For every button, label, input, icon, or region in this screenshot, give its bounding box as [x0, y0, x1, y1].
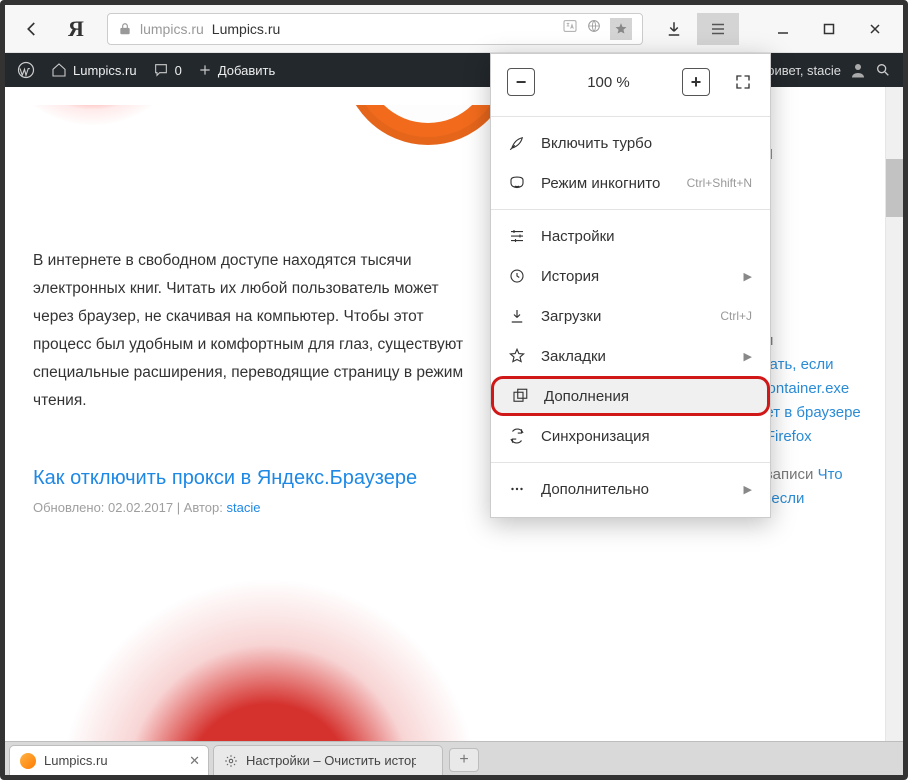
chevron-right-icon: ▶	[744, 270, 752, 283]
translate-icon[interactable]	[562, 18, 578, 34]
back-button[interactable]	[11, 13, 53, 45]
menu-label: Включить турбо	[541, 135, 652, 152]
menu-label: Дополнительно	[541, 481, 649, 498]
sync-icon	[507, 427, 527, 445]
gear-icon	[224, 754, 238, 768]
tab-settings[interactable]: Настройки – Очистить историю	[213, 745, 443, 775]
window-close[interactable]	[853, 13, 897, 45]
menu-hint: Ctrl+J	[720, 309, 752, 323]
new-tab-button[interactable]: +	[449, 748, 479, 772]
downloads-button[interactable]	[653, 13, 695, 45]
menu-item-turbo[interactable]: Включить турбо	[491, 123, 770, 163]
star-icon	[507, 347, 527, 365]
sliders-icon	[507, 227, 527, 245]
window-maximize[interactable]	[807, 13, 851, 45]
more-icon	[507, 480, 527, 498]
menu-label: Дополнения	[544, 388, 629, 405]
menu-item-downloads[interactable]: Загрузки Ctrl+J	[491, 296, 770, 336]
avatar-icon[interactable]	[849, 61, 867, 79]
menu-label: Режим инкогнито	[541, 175, 660, 192]
addons-icon	[510, 387, 530, 405]
article-paragraph: В интернете в свободном доступе находятс…	[33, 247, 483, 415]
menu-item-sync[interactable]: Синхронизация	[491, 416, 770, 456]
wp-site[interactable]: Lumpics.ru	[51, 62, 137, 78]
home-icon	[51, 62, 67, 78]
menu-label: История	[541, 268, 599, 285]
chevron-right-icon: ▶	[744, 483, 752, 496]
favicon-icon	[20, 753, 36, 769]
tab-label: Настройки – Очистить историю	[246, 753, 416, 768]
menu-label: Настройки	[541, 228, 615, 245]
address-bar[interactable]: lumpics.ru Lumpics.ru	[107, 13, 643, 45]
wp-logo[interactable]	[17, 61, 35, 79]
menu-item-settings[interactable]: Настройки	[491, 216, 770, 256]
zoom-value: 100 %	[553, 74, 664, 91]
wp-site-name: Lumpics.ru	[73, 63, 137, 78]
tab-lumpics[interactable]: Lumpics.ru ✕	[9, 745, 209, 775]
address-domain: lumpics.ru	[140, 21, 204, 37]
scrollbar-thumb[interactable]	[886, 159, 903, 217]
tab-label: Lumpics.ru	[44, 753, 108, 768]
comment-icon	[153, 62, 169, 78]
rocket-icon	[507, 134, 527, 152]
author-link[interactable]: stacie	[226, 500, 260, 515]
globe-icon[interactable]	[586, 18, 602, 34]
download-icon	[507, 307, 527, 325]
window-minimize[interactable]	[761, 13, 805, 45]
wp-add[interactable]: Добавить	[198, 63, 275, 78]
plus-icon	[198, 63, 212, 77]
menu-item-more[interactable]: Дополнительно ▶	[491, 469, 770, 509]
menu-item-incognito[interactable]: Режим инкогнито Ctrl+Shift+N	[491, 163, 770, 203]
menu-item-history[interactable]: История ▶	[491, 256, 770, 296]
menu-hint: Ctrl+Shift+N	[687, 176, 752, 190]
meta-prefix: Обновлено: 02.02.2017 | Автор:	[33, 500, 226, 515]
zoom-in-button[interactable]: +	[682, 68, 710, 96]
browser-toolbar: Я lumpics.ru Lumpics.ru	[5, 5, 903, 53]
scrollbar[interactable]	[885, 87, 903, 741]
yandex-logo[interactable]: Я	[55, 13, 97, 45]
menu-label: Закладки	[541, 348, 606, 365]
menu-label: Загрузки	[541, 308, 601, 325]
chevron-right-icon: ▶	[744, 350, 752, 363]
menu-button[interactable]	[697, 13, 739, 45]
main-menu-dropdown: − 100 % + Включить турбо Режим инкогнито…	[490, 53, 771, 518]
wp-comments-count: 0	[175, 63, 182, 78]
mask-icon	[507, 174, 527, 192]
menu-item-addons[interactable]: Дополнения	[491, 376, 770, 416]
bookmark-star-icon[interactable]	[610, 18, 632, 40]
search-icon[interactable]	[875, 62, 891, 78]
zoom-out-button[interactable]: −	[507, 68, 535, 96]
wp-comments[interactable]: 0	[153, 62, 182, 78]
wp-add-label: Добавить	[218, 63, 275, 78]
zoom-controls: − 100 % +	[491, 54, 770, 110]
fullscreen-icon[interactable]	[734, 73, 752, 91]
menu-label: Синхронизация	[541, 428, 650, 445]
close-icon[interactable]: ✕	[189, 753, 200, 769]
tab-strip: Lumpics.ru ✕ Настройки – Очистить истори…	[5, 741, 903, 775]
history-icon	[507, 267, 527, 285]
article-badge-graphic	[33, 567, 715, 741]
address-title: Lumpics.ru	[212, 21, 280, 37]
lock-icon	[118, 22, 132, 36]
menu-item-bookmarks[interactable]: Закладки ▶	[491, 336, 770, 376]
